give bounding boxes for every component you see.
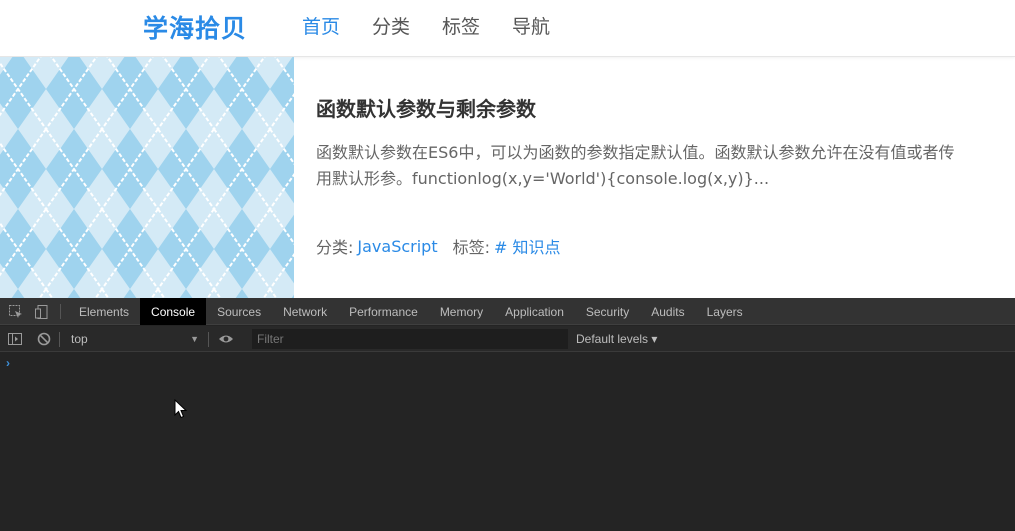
post-title[interactable]: 函数默认参数与剩余参数 (316, 93, 536, 122)
argyle-pattern (0, 57, 294, 298)
console-prompt[interactable]: › (6, 356, 10, 370)
tab-performance[interactable]: Performance (338, 298, 429, 325)
post-meta: 分类: JavaScript 标签: # 知识点 (316, 234, 561, 258)
post-excerpt: 函数默认参数在ES6中，可以为函数的参数指定默认值。函数默认参数允许在没有值或者… (316, 140, 1015, 192)
tab-network[interactable]: Network (272, 298, 338, 325)
clear-console-icon[interactable] (36, 331, 52, 347)
console-toolbar: top ▼ Default levels ▾ (0, 326, 1015, 352)
tab-console[interactable]: Console (140, 298, 207, 325)
devtools-tabs: Elements Console Sources Network Perform… (68, 298, 754, 325)
inspect-element-icon[interactable] (8, 304, 24, 320)
tag-link[interactable]: # 知识点 (494, 234, 561, 258)
category-link[interactable]: JavaScript (357, 237, 437, 256)
tab-layers[interactable]: Layers (696, 298, 754, 325)
site-logo[interactable]: 学海拾贝 (143, 9, 247, 45)
nav-tags[interactable]: 标签 (442, 12, 480, 39)
tag-label: 标签: (452, 238, 491, 257)
tab-memory[interactable]: Memory (429, 298, 494, 325)
mouse-cursor-icon (174, 398, 188, 424)
devtools-tabbar: Elements Console Sources Network Perform… (0, 298, 1015, 325)
console-filter-input[interactable] (252, 329, 568, 349)
devtools-panel: Elements Console Sources Network Perform… (0, 298, 1015, 531)
tab-audits[interactable]: Audits (640, 298, 695, 325)
post-excerpt-line: 用默认形参。functionlog(x,y='World'){console.l… (316, 169, 770, 188)
nav-categories[interactable]: 分类 (372, 12, 410, 39)
category-label: 分类: (316, 238, 354, 257)
device-toolbar-icon[interactable] (34, 304, 50, 320)
log-levels-dropdown[interactable]: Default levels ▾ (576, 329, 657, 349)
eye-icon[interactable] (218, 331, 234, 347)
post-excerpt-line: 函数默认参数在ES6中，可以为函数的参数指定默认值。函数默认参数允许在没有值或者… (316, 143, 955, 162)
main-nav: 首页 分类 标签 导航 (302, 12, 582, 39)
post-thumbnail[interactable] (0, 57, 294, 298)
context-selector[interactable]: top ▼ (63, 329, 205, 349)
nav-home[interactable]: 首页 (302, 12, 340, 39)
tab-elements[interactable]: Elements (68, 298, 140, 325)
context-value: top (71, 332, 88, 346)
tab-application[interactable]: Application (494, 298, 575, 325)
dropdown-arrow-icon: ▼ (190, 334, 199, 344)
tab-sources[interactable]: Sources (206, 298, 272, 325)
sidebar-toggle-icon[interactable] (7, 331, 23, 347)
tab-security[interactable]: Security (575, 298, 640, 325)
site-header: 学海拾贝 首页 分类 标签 导航 (0, 0, 1015, 57)
nav-navigation[interactable]: 导航 (512, 12, 550, 39)
